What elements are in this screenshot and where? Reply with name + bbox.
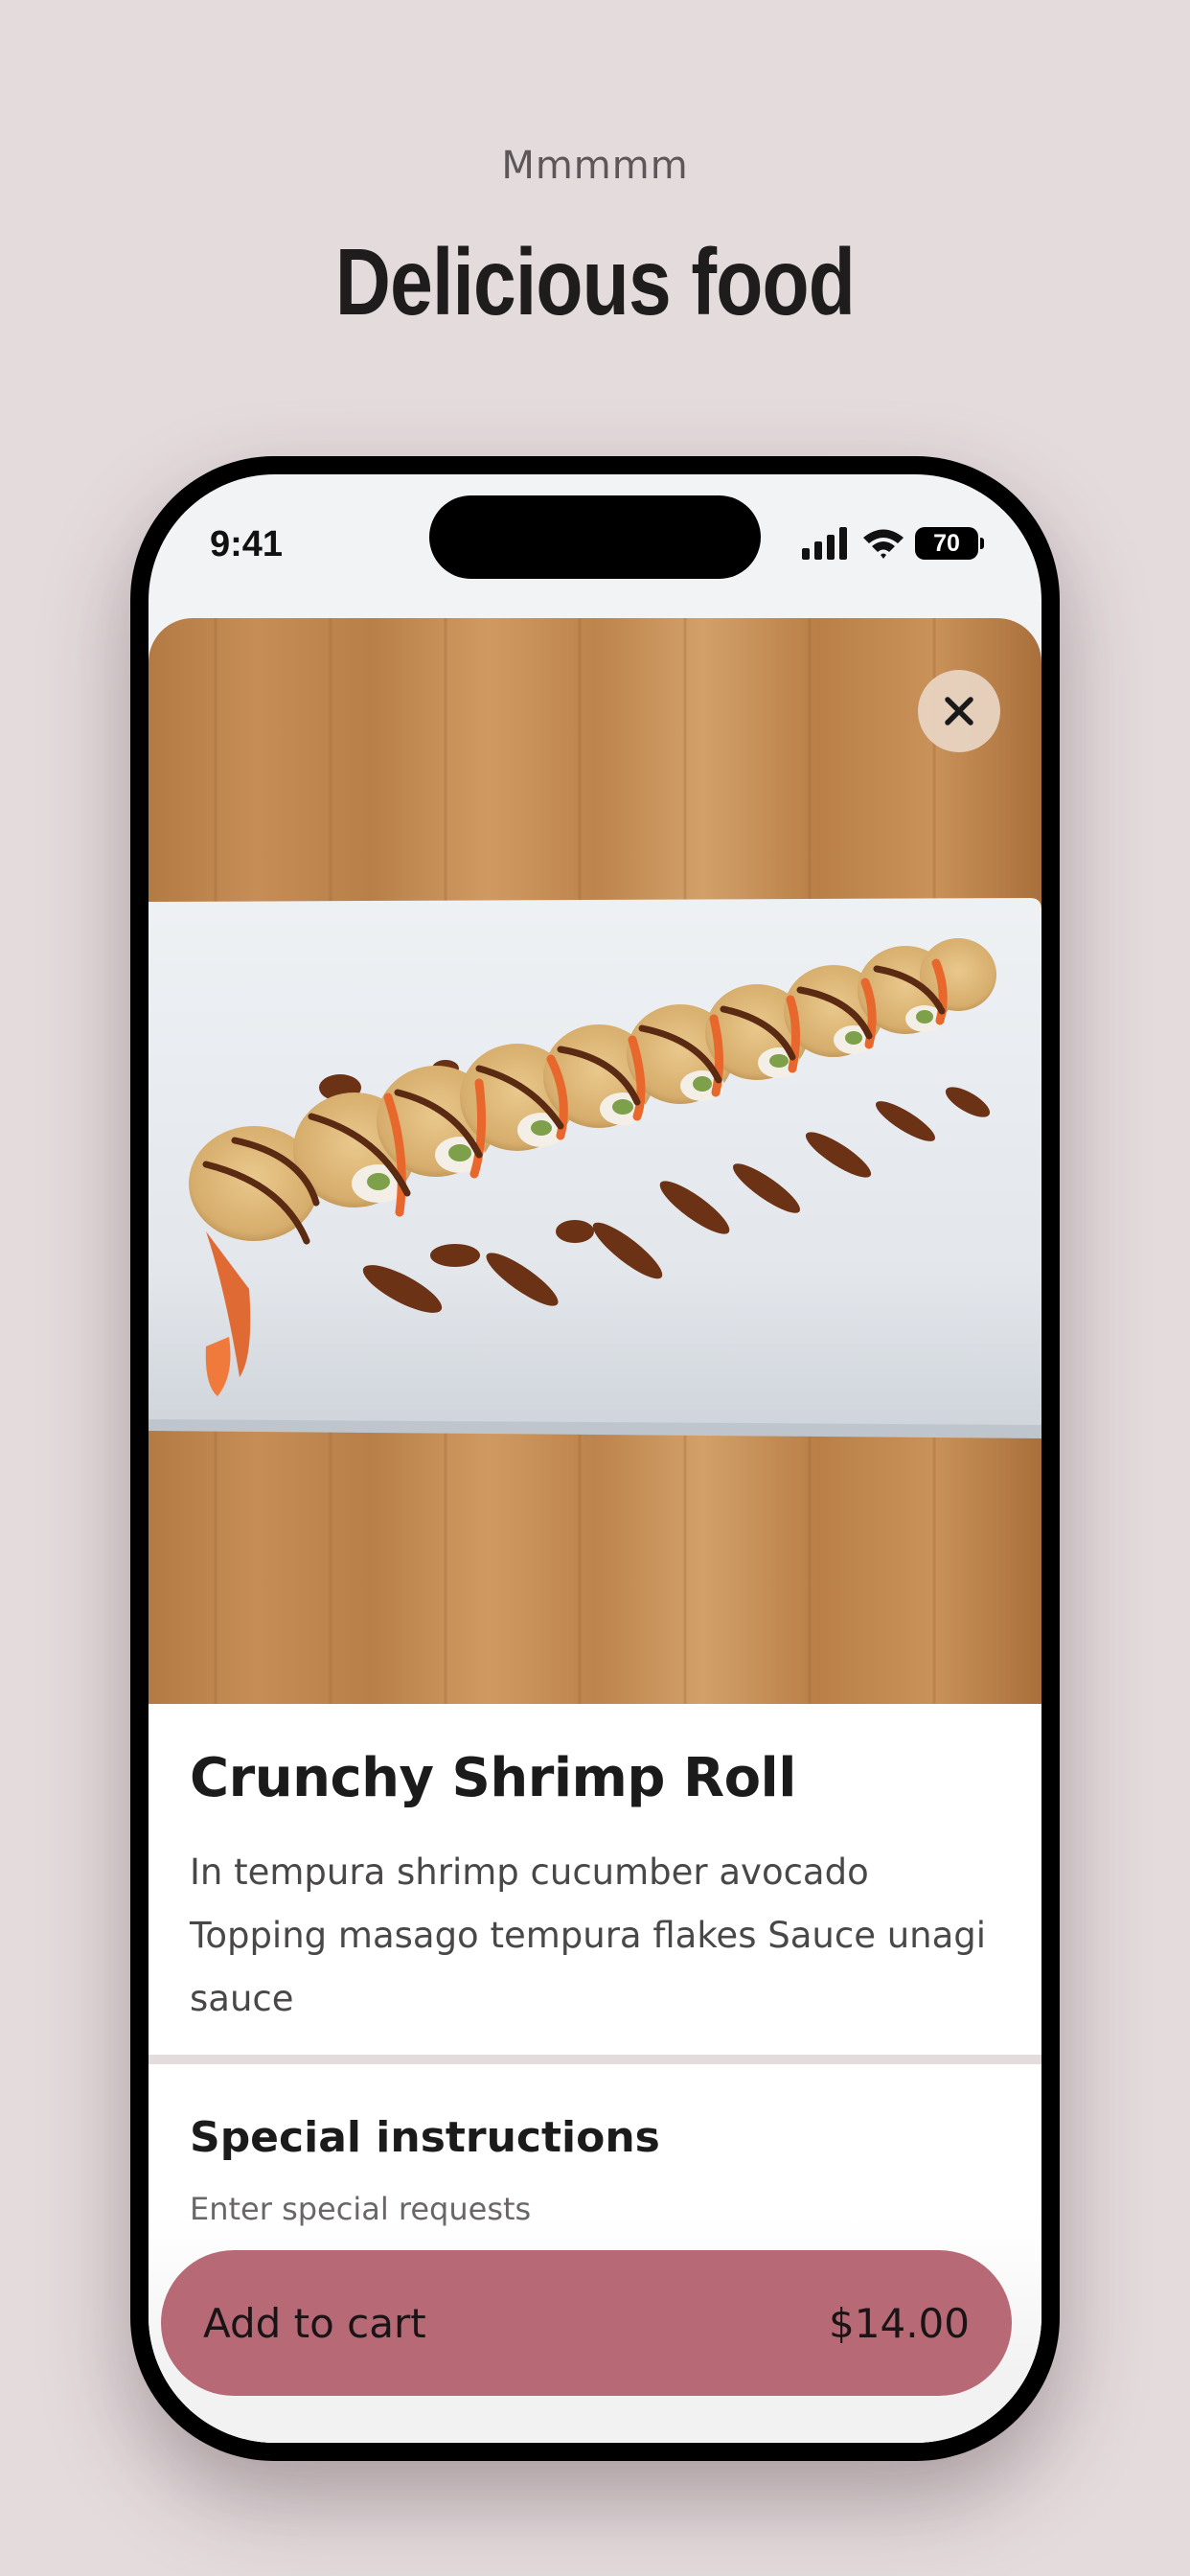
special-instructions-title: Special instructions (190, 2113, 660, 2162)
dynamic-island (429, 495, 761, 579)
sushi-roll-photo (149, 618, 1041, 1704)
battery-icon: 70 (915, 527, 984, 560)
wifi-icon (863, 529, 904, 559)
add-to-cart-button[interactable]: Add to cart $14.00 (161, 2250, 1012, 2396)
promo-eyebrow: Mmmmm (501, 144, 689, 188)
signal-icon (802, 527, 847, 560)
cart-price: $14.00 (829, 2299, 970, 2347)
section-divider (149, 2055, 1041, 2064)
close-icon (945, 697, 973, 725)
add-to-cart-label: Add to cart (203, 2299, 426, 2347)
status-icons: 70 (802, 524, 984, 563)
phone-frame: 9:41 70 Crunchy Shrimp Roll In tempura s… (130, 456, 1060, 2461)
status-time: 9:41 (210, 524, 284, 564)
promo-headline: Delicious food (334, 229, 856, 334)
close-button[interactable] (918, 670, 1000, 752)
item-title: Crunchy Shrimp Roll (190, 1747, 796, 1809)
item-sheet: Crunchy Shrimp Roll In tempura shrimp cu… (149, 618, 1041, 2443)
item-description: In tempura shrimp cucumber avocado Toppi… (190, 1852, 987, 2019)
phone-screen: 9:41 70 Crunchy Shrimp Roll In tempura s… (149, 474, 1041, 2443)
